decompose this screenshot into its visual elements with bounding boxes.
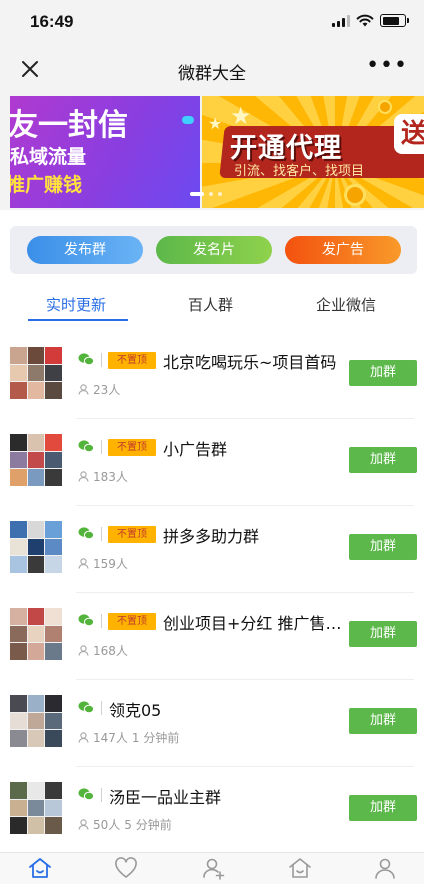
bottom-tab-bar [0, 852, 424, 884]
star-icon: ★ [208, 114, 223, 133]
banner-carousel[interactable]: 友一封信 私域流量 推广赚钱 ★ ★ 开通代理 引流、找客户、找项目 送 [0, 96, 424, 210]
status-time: 16:49 [30, 12, 74, 31]
divider [101, 527, 102, 541]
wechat-icon [78, 440, 94, 453]
divider [101, 788, 102, 802]
avatar [10, 347, 62, 399]
members-icon [78, 471, 89, 482]
action-panel: 发布群 发名片 发广告 [10, 226, 417, 274]
avatar [10, 521, 62, 573]
group-meta: 159人 [78, 555, 132, 572]
status-badge: 不置顶 [108, 439, 156, 456]
member-count: 147人 [93, 731, 128, 745]
divider [101, 614, 102, 628]
publish-group-button[interactable]: 发布群 [27, 236, 143, 264]
member-count: 168人 [93, 644, 128, 658]
status-bar: 16:49 [0, 0, 424, 44]
wechat-icon [78, 527, 94, 540]
group-meta: 168人 [78, 642, 132, 659]
banner-b-badge: 送 [394, 114, 424, 154]
banner-slide-agent[interactable]: ★ ★ 开通代理 引流、找客户、找项目 送 [202, 96, 424, 208]
join-group-button[interactable]: 加群 [349, 621, 417, 647]
list-item[interactable]: 领克05 147人 1 分钟前 加群 [0, 680, 424, 767]
house-icon[interactable] [287, 856, 313, 880]
update-time: 5 分钟前 [124, 818, 172, 832]
wechat-icon [78, 614, 94, 627]
status-badge: 不置顶 [108, 526, 156, 543]
avatar [10, 608, 62, 660]
tab-realtime[interactable]: 实时更新 [46, 294, 106, 315]
home-icon[interactable] [27, 856, 53, 880]
avatar [10, 782, 62, 834]
status-icons [332, 14, 409, 27]
group-meta: 50人 5 分钟前 [78, 816, 172, 833]
update-time: 1 分钟前 [131, 731, 180, 745]
wechat-icon [78, 701, 94, 714]
group-meta: 23人 [78, 381, 124, 398]
join-group-button[interactable]: 加群 [349, 447, 417, 473]
join-group-button[interactable]: 加群 [349, 708, 417, 734]
heart-icon[interactable] [113, 856, 139, 880]
publish-card-button[interactable]: 发名片 [156, 236, 272, 264]
join-group-button[interactable]: 加群 [349, 795, 417, 821]
avatar [10, 695, 62, 747]
tab-enterprise-wechat[interactable]: 企业微信 [316, 294, 376, 315]
signal-icon [332, 14, 350, 27]
members-icon [78, 819, 89, 830]
status-badge: 不置顶 [108, 613, 156, 630]
list-item[interactable]: 不置顶 创业项目+分红 推广售… 168人 加群 [0, 593, 424, 680]
category-tabs: 实时更新 百人群 企业微信 [0, 284, 424, 324]
page-title: 微群大全 [178, 64, 246, 84]
bubble-decoration [182, 116, 194, 124]
member-count: 23人 [93, 383, 121, 397]
carousel-dots [190, 192, 222, 196]
wechat-icon [78, 353, 94, 366]
battery-icon [380, 14, 409, 27]
group-name: 创业项目+分红 推广售… [163, 614, 342, 633]
banner-a-line1: 友一封信 [10, 108, 128, 143]
coin-icon [378, 100, 392, 114]
member-count: 159人 [93, 557, 128, 571]
join-group-button[interactable]: 加群 [349, 360, 417, 386]
list-item[interactable]: 不置顶 拼多多助力群 159人 加群 [0, 506, 424, 593]
group-name: 汤臣一品业主群 [109, 788, 222, 807]
wechat-icon [78, 788, 94, 801]
group-name: 北京吃喝玩乐~项目首码 [163, 353, 337, 372]
wifi-icon [356, 14, 374, 27]
member-count: 50人 [93, 818, 121, 832]
divider [101, 440, 102, 454]
list-item[interactable]: 不置顶 小广告群 183人 加群 [0, 419, 424, 506]
coin-icon [344, 184, 366, 206]
publish-ad-button[interactable]: 发广告 [285, 236, 401, 264]
tab-underline [28, 319, 128, 321]
members-icon [78, 732, 89, 743]
group-name: 领克05 [109, 701, 162, 720]
members-icon [78, 558, 89, 569]
person-icon[interactable] [372, 856, 398, 880]
banner-a-line2: 私域流量 [10, 146, 87, 168]
members-icon [78, 384, 89, 395]
more-icon[interactable]: ••• [366, 55, 408, 77]
list-item[interactable]: 不置顶 北京吃喝玩乐~项目首码 23人 加群 [0, 332, 424, 419]
avatar [10, 434, 62, 486]
list-item[interactable]: 汤臣一品业主群 50人 5 分钟前 加群 [0, 767, 424, 854]
group-name: 拼多多助力群 [163, 527, 260, 546]
group-meta: 147人 1 分钟前 [78, 729, 179, 746]
nav-bar: 微群大全 ••• [0, 44, 424, 96]
add-user-icon[interactable] [200, 856, 226, 880]
divider [101, 353, 102, 367]
divider [101, 701, 102, 715]
banner-slide-letter[interactable]: 友一封信 私域流量 推广赚钱 [10, 96, 200, 208]
banner-b-subtitle: 引流、找客户、找项目 [234, 164, 365, 179]
banner-a-line3: 推广赚钱 [10, 174, 83, 196]
group-meta: 183人 [78, 468, 132, 485]
tab-hundred[interactable]: 百人群 [188, 294, 233, 315]
members-icon [78, 645, 89, 656]
group-name: 小广告群 [163, 440, 228, 459]
join-group-button[interactable]: 加群 [349, 534, 417, 560]
status-badge: 不置顶 [108, 352, 156, 369]
member-count: 183人 [93, 470, 128, 484]
